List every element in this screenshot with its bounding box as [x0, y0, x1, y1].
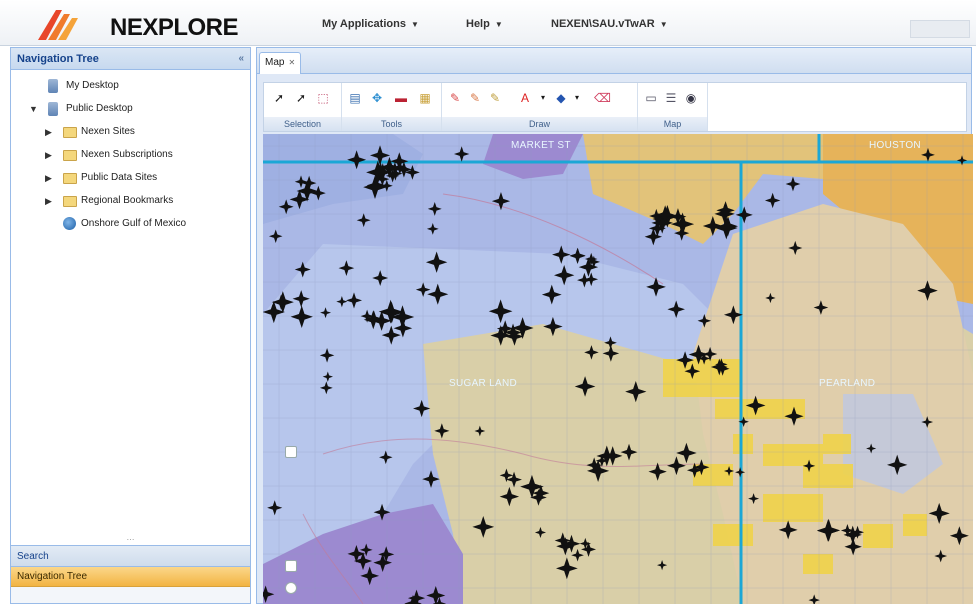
- tab-label: Map: [265, 57, 285, 68]
- chevron-down-icon[interactable]: ▾: [536, 91, 550, 105]
- menu-label: My Applications: [322, 18, 406, 30]
- menu-user[interactable]: NEXEN\SAU.vTwAR ▼: [551, 18, 668, 30]
- identify-icon[interactable]: ▤: [348, 91, 362, 105]
- logo-text: NEXPLORE: [110, 14, 239, 41]
- eraser-icon[interactable]: ⌫: [594, 91, 611, 105]
- map-image: [263, 134, 973, 604]
- tree-item-my-desktop[interactable]: My Desktop: [11, 76, 250, 99]
- tab-map[interactable]: Map ✕: [259, 52, 301, 74]
- toolbar-group-tools: ▤ ✥ ▬ ▦ Tools: [342, 83, 442, 131]
- accordion-navigation-tree[interactable]: Navigation Tree: [11, 567, 250, 587]
- globe-icon[interactable]: ◉: [684, 91, 698, 105]
- toolbar-group-label: Selection: [264, 117, 341, 131]
- clear-selection-icon[interactable]: ⬚: [316, 91, 330, 105]
- tree-item-label: Nexen Subscriptions: [81, 149, 173, 160]
- tab-strip: Map ✕: [257, 48, 971, 74]
- draw-polygon-icon[interactable]: ✎: [488, 91, 502, 105]
- map-label: PEARLAND: [819, 378, 876, 389]
- map-label: HOUSTON: [869, 140, 921, 151]
- chevron-down-icon[interactable]: ▾: [570, 91, 584, 105]
- print-icon[interactable]: ▭: [644, 91, 658, 105]
- tree-item-public-desktop[interactable]: ▼ Public Desktop: [11, 99, 250, 122]
- map-canvas[interactable]: MARKET ST HOUSTON SUGAR LAND PEARLAND: [263, 134, 973, 604]
- expand-arrow-icon[interactable]: ▶: [45, 196, 55, 207]
- menu-help[interactable]: Help ▼: [466, 18, 503, 30]
- select-icon[interactable]: ➚: [294, 91, 308, 105]
- tree-item-nexen-subscriptions[interactable]: ▶ Nexen Subscriptions: [11, 145, 250, 168]
- navigation-tree: My Desktop ▼ Public Desktop ▶ Nexen Site…: [11, 76, 250, 237]
- expand-arrow-icon[interactable]: ▶: [45, 173, 55, 184]
- folder-icon: [63, 150, 77, 161]
- layers-icon[interactable]: ▦: [418, 91, 432, 105]
- header-button[interactable]: [910, 20, 970, 38]
- collapse-icon[interactable]: «: [238, 48, 244, 70]
- folder-icon: [63, 127, 77, 138]
- panel-splitter[interactable]: ⋯: [11, 536, 250, 545]
- draw-line-icon[interactable]: ✎: [468, 91, 482, 105]
- chevron-down-icon: ▼: [659, 20, 668, 29]
- expand-arrow-icon[interactable]: ▶: [45, 127, 55, 138]
- logo-mark-icon: [38, 10, 78, 40]
- zoom-out-button[interactable]: [285, 560, 297, 572]
- map-label: MARKET ST: [511, 140, 571, 151]
- zoom-slider[interactable]: [285, 446, 297, 596]
- toolbar-group-label: Draw: [442, 117, 637, 131]
- draw-point-icon[interactable]: ✎: [448, 91, 462, 105]
- chevron-down-icon: ▼: [410, 20, 419, 29]
- panel-title: Navigation Tree «: [11, 48, 250, 70]
- map-toolbar: ➚ ➚ ⬚ Selection ▤ ✥ ▬ ▦ Tools ✎ ✎ ✎ A ▾ …: [263, 82, 967, 132]
- toolbar-group-draw: ✎ ✎ ✎ A ▾ ◆ ▾ ⌫ Draw: [442, 83, 638, 131]
- folder-icon: [63, 173, 77, 184]
- tree-item-label: Onshore Gulf of Mexico: [81, 218, 187, 229]
- chevron-down-icon: ▼: [494, 20, 503, 29]
- accordion-search[interactable]: Search: [11, 545, 250, 567]
- tree-item-label: My Desktop: [66, 80, 119, 91]
- close-icon[interactable]: ✕: [288, 58, 295, 67]
- accordion-label: Navigation Tree: [17, 571, 88, 582]
- tree-item-nexen-sites[interactable]: ▶ Nexen Sites: [11, 122, 250, 145]
- app-header: NEXPLORE My Applications ▼ Help ▼ NEXEN\SA…: [0, 0, 976, 46]
- globe-icon: [63, 217, 76, 230]
- pan-icon[interactable]: ✥: [370, 91, 384, 105]
- map-label: SUGAR LAND: [449, 378, 518, 389]
- toolbar-group-selection: ➚ ➚ ⬚ Selection: [264, 83, 342, 131]
- nexplore-logo[interactable]: NEXPLORE: [34, 6, 239, 42]
- toolbar-group-label: Map: [638, 117, 707, 131]
- panel-title-text: Navigation Tree: [17, 53, 99, 65]
- desktop-icon: [48, 102, 58, 116]
- toolbar-group-label: Tools: [342, 117, 441, 131]
- menu-my-applications[interactable]: My Applications ▼: [322, 18, 419, 30]
- legend-icon[interactable]: ☰: [664, 91, 678, 105]
- expand-arrow-icon[interactable]: ▶: [45, 150, 55, 161]
- folder-icon: [63, 196, 77, 207]
- tree-item-label: Public Desktop: [66, 103, 133, 114]
- accordion-label: Search: [17, 551, 49, 562]
- toolbar-group-map: ▭ ☰ ◉ Map: [638, 83, 708, 131]
- navigation-panel: Navigation Tree « My Desktop ▼ Public De…: [10, 47, 251, 604]
- menu-label: Help: [466, 18, 490, 30]
- panel-footer: [11, 587, 250, 603]
- desktop-icon: [48, 79, 58, 93]
- map-panel: Map ✕ ➚ ➚ ⬚ Selection ▤ ✥ ▬ ▦ Tools ✎ ✎ ✎…: [256, 47, 973, 604]
- measure-icon[interactable]: ▬: [394, 91, 408, 105]
- tree-item-onshore-gulf[interactable]: Onshore Gulf of Mexico: [11, 214, 250, 237]
- tree-item-label: Regional Bookmarks: [81, 195, 174, 206]
- pointer-icon[interactable]: ➚: [272, 91, 286, 105]
- menu-label: NEXEN\SAU.vTwAR: [551, 18, 655, 30]
- zoom-in-button[interactable]: [285, 446, 297, 458]
- tree-item-label: Public Data Sites: [81, 172, 158, 183]
- tree-item-public-data-sites[interactable]: ▶ Public Data Sites: [11, 168, 250, 191]
- expand-arrow-icon[interactable]: ▼: [29, 104, 39, 114]
- tree-item-regional-bookmarks[interactable]: ▶ Regional Bookmarks: [11, 191, 250, 214]
- text-color-icon[interactable]: A: [518, 91, 532, 105]
- zoom-home-button[interactable]: [285, 582, 297, 594]
- tree-item-label: Nexen Sites: [81, 126, 135, 137]
- fill-color-icon[interactable]: ◆: [554, 91, 568, 105]
